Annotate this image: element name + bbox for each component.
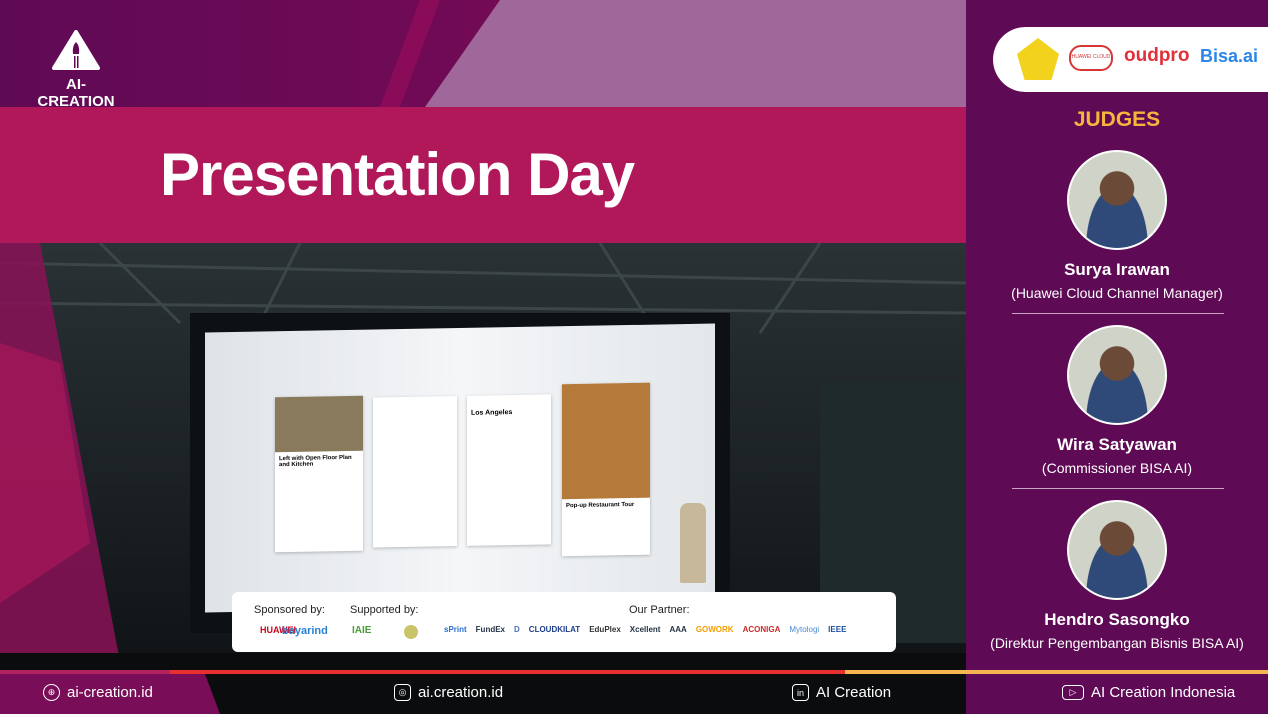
presenter: [680, 503, 706, 583]
youtube-text: AI Creation Indonesia: [1091, 684, 1236, 701]
judge-card: Surya Irawan (Huawei Cloud Channel Manage…: [966, 150, 1268, 301]
judge-card: Wira Satyawan (Commissioner BISA AI): [966, 325, 1268, 476]
page-title: Presentation Day: [160, 141, 635, 208]
partner-logo: Mytologi: [789, 625, 820, 634]
partner-logo: EduPlex: [589, 625, 621, 634]
youtube-icon: ▷: [1062, 685, 1084, 700]
partner-logo: CLOUDKILAT: [528, 625, 581, 634]
card-title: Left with Open Floor Plan and Kitchen: [279, 454, 352, 469]
linkedin-icon: in: [792, 684, 809, 701]
avatar: [1067, 325, 1167, 425]
projector-screen: Left with Open Floor Plan and Kitchen Lo…: [205, 323, 715, 613]
university-logo: [1017, 38, 1059, 80]
partner-logo: GOWORK: [695, 625, 734, 634]
partner-logo: Xcellent: [629, 625, 661, 634]
sponsors-box: Sponsored by: Supported by: Our Partner:…: [232, 592, 896, 652]
globe-icon: ⊕: [43, 684, 60, 701]
screen-card: Left with Open Floor Plan and Kitchen: [275, 395, 363, 553]
partner-logo: ACONIGA: [742, 625, 781, 634]
iaie-logo: IAIE: [352, 625, 372, 636]
partner-logo: D: [514, 625, 520, 634]
huawei-cloud-logo: HUAWEI CLOUD: [1069, 45, 1113, 71]
website-text: ai-creation.id: [67, 684, 153, 701]
judge-name: Wira Satyawan: [1057, 435, 1177, 454]
youtube-link[interactable]: ▷ AI Creation Indonesia: [1062, 684, 1235, 701]
partner-logos-pill: HUAWEI CLOUD oudpro Bisa.ai: [993, 27, 1268, 92]
color-bar: [0, 670, 1268, 674]
judge-name: Hendro Sasongko: [1044, 610, 1190, 629]
instagram-text: ai.creation.id: [418, 684, 504, 701]
sponsored-label: Sponsored by:: [254, 604, 325, 616]
judges-heading: JUDGES: [1073, 108, 1161, 131]
rocket-icon: [52, 30, 100, 70]
instagram-icon: ◎: [394, 684, 411, 701]
logo-text: AI-CREATION: [37, 76, 115, 110]
screen-card: [373, 396, 457, 548]
seal-logo: [404, 625, 418, 639]
header-decoration: [380, 0, 966, 107]
screen-card: Pop-up Restaurant Tour: [562, 382, 650, 557]
divider: [1012, 313, 1224, 314]
avatar: [1067, 500, 1167, 600]
avatar: [1067, 150, 1167, 250]
supported-label: Supported by:: [350, 604, 419, 616]
judge-role: (Commissioner BISA AI): [1041, 460, 1193, 476]
linkedin-text: AI Creation: [816, 684, 892, 701]
instagram-link[interactable]: ◎ ai.creation.id: [394, 684, 503, 701]
partner-logos: sPrint FundEx D CLOUDKILAT EduPlex Xcell…: [444, 625, 846, 634]
partner-label: Our Partner:: [629, 604, 690, 616]
ai-creation-logo: AI-CREATION: [28, 30, 124, 110]
partner-logo: AAA: [669, 625, 687, 634]
divider: [1012, 488, 1224, 489]
partner-logo: FundEx: [475, 625, 506, 634]
bisa-ai-logo: Bisa.ai: [1200, 46, 1259, 66]
oudpro-logo: oudpro: [1124, 45, 1190, 66]
card-title: Los Angeles: [471, 409, 513, 417]
linkedin-link[interactable]: in AI Creation: [792, 684, 891, 701]
website-link[interactable]: ⊕ ai-creation.id: [43, 684, 153, 701]
partner-logo: IEEE: [828, 625, 847, 634]
partner-logo: sPrint: [444, 625, 467, 634]
bayarind-logo: bayarind: [282, 625, 328, 637]
judge-name: Surya Irawan: [1064, 260, 1170, 279]
judge-role: (Direktur Pengembangan Bisnis BISA AI): [990, 635, 1244, 651]
card-title: Pop-up Restaurant Tour: [566, 501, 635, 510]
judge-role: (Huawei Cloud Channel Manager): [1011, 285, 1223, 301]
screen-card: Los Angeles: [467, 394, 551, 546]
judge-card: Hendro Sasongko (Direktur Pengembangan Bi…: [966, 500, 1268, 651]
